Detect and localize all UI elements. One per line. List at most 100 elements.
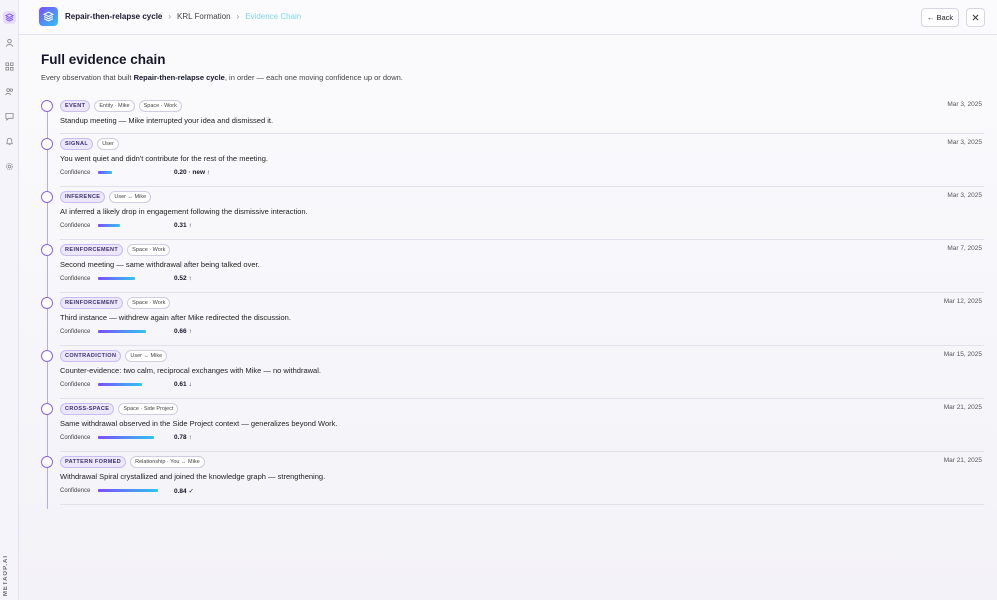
evidence-description: Second meeting — same withdrawal after b… [60, 260, 260, 269]
confidence-label: Confidence [60, 328, 91, 335]
context-chip: Space · Work [127, 296, 171, 309]
confidence-row: Confidence 0.31 ↑ [60, 219, 984, 232]
evidence-item[interactable]: INFERENCE User ↔ Mike Mar 3, 2025 AI inferr… [41, 187, 984, 240]
confidence-bar-fill [98, 171, 112, 174]
confidence-bar-fill [98, 224, 120, 227]
app-logo-icon [39, 7, 58, 26]
evidence-description: You went quiet and didn't contribute for… [60, 154, 268, 163]
evidence-date: Mar 21, 2025 [943, 457, 982, 464]
evidence-tags: EVENT Entity · Mike Space · Work [60, 96, 984, 112]
evidence-item[interactable]: REINFORCEMENT Space · Work Mar 7, 2025 Seco… [41, 240, 984, 293]
close-button[interactable] [966, 8, 985, 27]
confidence-row: Confidence 0.52 ↑ [60, 272, 984, 285]
evidence-item[interactable]: CROSS-SPACE Space · Side Project Mar 21, 2… [41, 399, 984, 452]
timeline-node-icon [41, 191, 53, 203]
evidence-description: Third instance — withdrew again after Mi… [60, 313, 291, 322]
evidence-type-badge: EVENT [60, 99, 91, 112]
evidence-tags: PATTERN FORMED Relationship · You ↔ Mike [60, 452, 984, 468]
confidence-value: 0.61 ↓ [174, 381, 192, 388]
subtitle-pattern-name: Repair-then-relapse cycle [133, 73, 225, 82]
confidence-bar [98, 436, 164, 439]
chat-icon[interactable] [3, 110, 16, 123]
evidence-type-badge: INFERENCE [60, 190, 106, 203]
confidence-bar-fill [98, 383, 142, 386]
evidence-type-badge: CROSS-SPACE [60, 402, 115, 415]
evidence-description: Same withdrawal observed in the Side Pro… [60, 419, 338, 428]
confidence-value: 0.66 ↑ [174, 328, 192, 335]
people-icon[interactable] [3, 85, 16, 98]
evidence-tags: REINFORCEMENT Space · Work [60, 240, 984, 256]
evidence-date: Mar 15, 2025 [943, 351, 982, 358]
evidence-tags: REINFORCEMENT Space · Work [60, 293, 984, 309]
confidence-bar [98, 277, 164, 280]
top-bar: Repair-then-relapse cycle › KRL Formatio… [19, 0, 997, 35]
close-icon [972, 14, 979, 21]
confidence-bar-fill [98, 489, 158, 492]
timeline-node-icon [41, 403, 53, 415]
timeline-node-icon [41, 456, 53, 468]
evidence-tags: CROSS-SPACE Space · Side Project [60, 399, 984, 415]
settings-icon[interactable] [3, 160, 16, 173]
evidence-type-badge: REINFORCEMENT [60, 243, 124, 256]
bell-icon[interactable] [3, 135, 16, 148]
evidence-date: Mar 21, 2025 [943, 404, 982, 411]
evidence-item[interactable]: PATTERN FORMED Relationship · You ↔ Mike M… [41, 452, 984, 505]
evidence-type-badge: REINFORCEMENT [60, 296, 124, 309]
grid-icon[interactable] [3, 60, 16, 73]
confidence-bar [98, 224, 164, 227]
confidence-row: Confidence 0.61 ↓ [60, 378, 984, 391]
confidence-value: 0.31 ↑ [174, 222, 192, 229]
evidence-description: Standup meeting — Mike interrupted your … [60, 116, 274, 125]
evidence-tags: INFERENCE User ↔ Mike [60, 187, 984, 203]
evidence-description: Counter-evidence: two calm, reciprocal e… [60, 366, 321, 375]
evidence-date: Mar 3, 2025 [947, 101, 982, 108]
evidence-item[interactable]: REINFORCEMENT Space · Work Mar 12, 2025 Thi… [41, 293, 984, 346]
confidence-label: Confidence [60, 381, 91, 388]
context-chip: User ↔ Mike [125, 349, 168, 362]
layers-icon[interactable] [3, 11, 16, 24]
breadcrumb-current: Evidence Chain [245, 12, 302, 21]
timeline-node-icon [41, 100, 53, 112]
confidence-row: Confidence 0.78 ↑ [60, 431, 984, 444]
confidence-value: 0.52 ↑ [174, 275, 192, 282]
breadcrumb: Repair-then-relapse cycle › KRL Formatio… [65, 12, 301, 21]
timeline-node-icon [41, 350, 53, 362]
confidence-label: Confidence [60, 434, 91, 441]
side-rail: METAOP.AI [0, 0, 19, 600]
timeline-node-icon [41, 297, 53, 309]
context-chip: Entity · Mike [94, 99, 135, 112]
confidence-value: 0.84 ✓ [174, 487, 194, 495]
evidence-tags: SIGNAL User [60, 134, 984, 150]
confidence-value: 0.20 · new ↑ [174, 169, 211, 176]
confidence-label: Confidence [60, 222, 91, 229]
evidence-item[interactable]: EVENT Entity · Mike Space · Work Mar 3, 202… [41, 96, 984, 134]
evidence-description: Withdrawal Spiral crystallized and joine… [60, 472, 326, 481]
chevron-right-icon: › [236, 12, 240, 21]
breadcrumb-formation[interactable]: KRL Formation [177, 12, 231, 21]
confidence-bar-fill [98, 330, 146, 333]
page-title: Full evidence chain [41, 52, 166, 67]
brand-logo-text: METAOP.AI [3, 554, 9, 596]
confidence-bar [98, 489, 164, 492]
breadcrumb-pattern[interactable]: Repair-then-relapse cycle [65, 12, 162, 21]
evidence-type-badge: PATTERN FORMED [60, 455, 127, 468]
evidence-tags: CONTRADICTION User ↔ Mike [60, 346, 984, 362]
context-chip: Relationship · You ↔ Mike [130, 455, 205, 468]
confidence-row: Confidence 0.84 ✓ [60, 484, 984, 497]
context-chip: Space · Side Project [118, 402, 179, 415]
back-button[interactable]: ← Back [921, 8, 959, 27]
evidence-date: Mar 3, 2025 [947, 192, 982, 199]
subtitle-suffix: , in order — each one moving confidence … [224, 73, 403, 82]
confidence-row: Confidence 0.66 ↑ [60, 325, 984, 338]
evidence-item[interactable]: SIGNAL User Mar 3, 2025 You went quiet and … [41, 134, 984, 187]
subtitle-prefix: Every observation that built [41, 73, 134, 82]
evidence-item[interactable]: CONTRADICTION User ↔ Mike Mar 15, 2025 Coun… [41, 346, 984, 399]
evidence-type-badge: SIGNAL [60, 137, 94, 150]
chevron-right-icon: › [168, 12, 172, 21]
user-icon[interactable] [3, 36, 16, 49]
confidence-label: Confidence [60, 275, 91, 282]
confidence-bar-fill [98, 277, 135, 280]
confidence-label: Confidence [60, 487, 91, 494]
timeline-node-icon [41, 138, 53, 150]
confidence-label: Confidence [60, 169, 91, 176]
